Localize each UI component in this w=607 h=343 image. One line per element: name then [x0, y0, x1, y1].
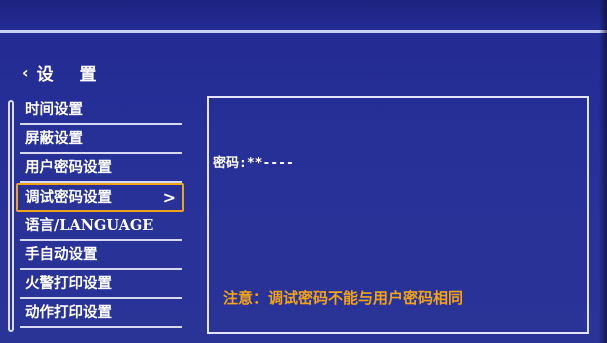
- menu-item-label: 调试密码设置: [25, 189, 112, 206]
- menu-item-mask-settings[interactable]: 屏蔽设置: [20, 125, 182, 154]
- menu-item-label: 时间设置: [25, 101, 83, 118]
- menu-item-time-settings[interactable]: 时间设置: [20, 96, 182, 125]
- menu-item-label: 手自动设置: [25, 246, 98, 263]
- menu-item-label: 用户密码设置: [25, 159, 112, 176]
- menu-item-label: 火警打印设置: [25, 275, 112, 292]
- top-divider: [0, 30, 607, 33]
- menu-item-language[interactable]: 语言/LANGUAGE: [20, 212, 182, 241]
- back-chevron-icon[interactable]: ‹: [22, 63, 29, 82]
- password-field[interactable]: 密码:**----: [213, 152, 294, 171]
- menu-item-action-print[interactable]: 动作打印设置: [20, 299, 182, 328]
- header: ‹ 设 置: [22, 60, 107, 85]
- right-bezel: [599, 0, 607, 343]
- warning-note: 注意：调试密码不能与用户密码相同: [223, 289, 464, 307]
- top-bezel: [0, 0, 607, 26]
- content-panel: 密码:**---- 注意：调试密码不能与用户密码相同: [207, 96, 589, 334]
- menu-item-fire-alarm-print[interactable]: 火警打印设置: [20, 270, 182, 299]
- menu-item-label: 屏蔽设置: [25, 130, 83, 147]
- menu-item-user-password[interactable]: 用户密码设置: [20, 154, 182, 183]
- settings-menu: 时间设置 屏蔽设置 用户密码设置 调试密码设置 > 语言/LANGUAGE 手自…: [16, 96, 184, 328]
- menu-item-label: 语言/LANGUAGE: [25, 217, 154, 234]
- menu-scrollbar[interactable]: [8, 100, 14, 332]
- menu-item-debug-password[interactable]: 调试密码设置 >: [16, 183, 184, 212]
- settings-screen: ‹ 设 置 时间设置 屏蔽设置 用户密码设置 调试密码设置 > 语言/LANGU…: [0, 0, 607, 343]
- page-title: 设 置: [36, 65, 107, 85]
- menu-item-label: 动作打印设置: [25, 304, 112, 321]
- menu-item-manual-auto[interactable]: 手自动设置: [20, 241, 182, 270]
- chevron-right-icon: >: [162, 188, 176, 207]
